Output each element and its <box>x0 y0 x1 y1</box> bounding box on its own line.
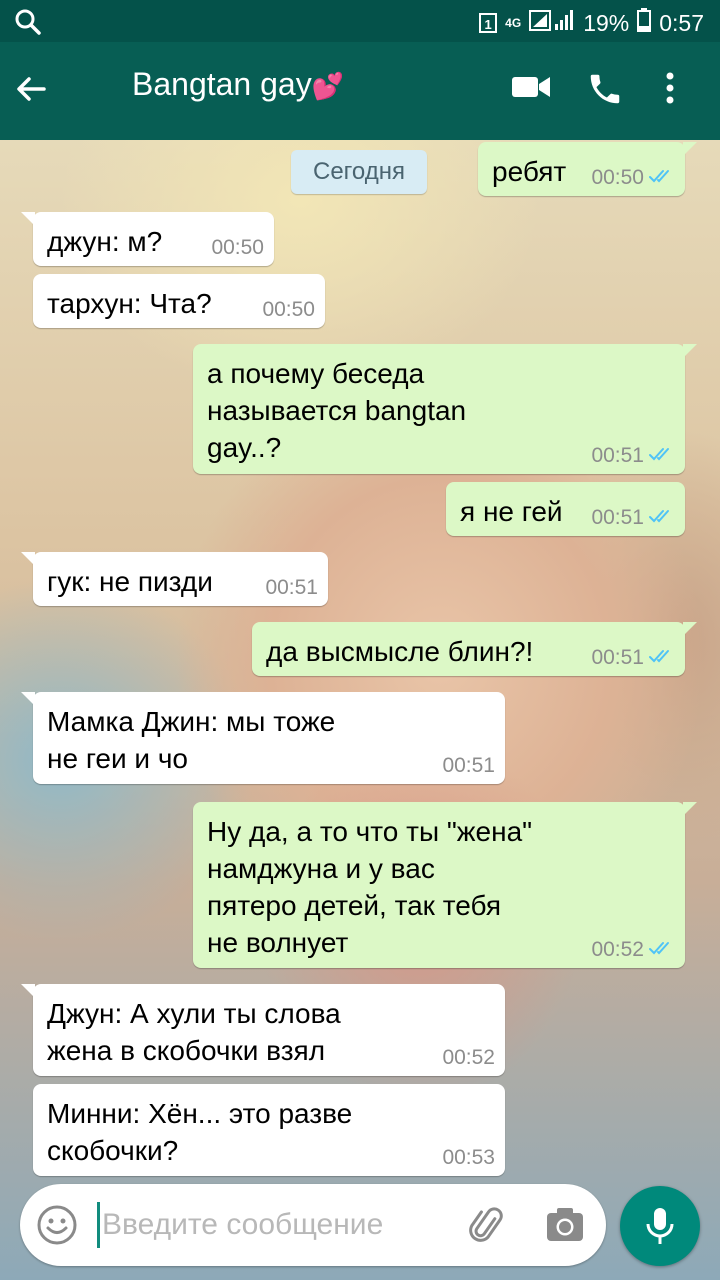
message-meta: 00:51 <box>591 506 675 530</box>
message-meta: 00:52 <box>442 1046 495 1070</box>
incoming-message[interactable]: Джун: А хули ты слова жена в скобочки взя… <box>21 984 505 1076</box>
read-ticks-icon <box>649 444 675 468</box>
message-text: а почему беседа <box>207 358 425 389</box>
message-text: намджуна и у вас <box>207 853 435 884</box>
network-type: 4G <box>505 16 522 30</box>
clock: 0:57 <box>659 9 704 36</box>
message-text: не геи и чо <box>47 743 188 774</box>
microphone-icon <box>646 1208 674 1244</box>
battery-icon <box>637 8 652 38</box>
outgoing-message[interactable]: а почему беседа называется bangtan gay..? 0… <box>193 344 697 474</box>
outgoing-message[interactable]: Ну да, а то что ты "жена" намджуна и у ва… <box>193 802 697 968</box>
message-time: 00:53 <box>442 1146 495 1169</box>
message-time: 00:50 <box>211 236 264 259</box>
paperclip-icon[interactable] <box>466 1204 510 1253</box>
message-text: жена в скобочки взял <box>47 1035 326 1066</box>
sim-icon: 1 <box>479 13 498 33</box>
message-meta: 00:51 <box>265 576 318 600</box>
emoji-icon[interactable] <box>36 1204 78 1251</box>
chat-header: Bangtan gay💕 <box>0 42 720 140</box>
back-arrow-icon[interactable] <box>14 72 48 111</box>
read-ticks-icon <box>649 506 675 530</box>
signal-icon <box>529 8 575 38</box>
message-time: 00:52 <box>442 1046 495 1069</box>
message-time: 00:50 <box>591 166 644 189</box>
message-meta: 00:50 <box>211 236 264 260</box>
message-time: 00:51 <box>442 754 495 777</box>
chat-name: Bangtan gay <box>132 66 312 102</box>
message-time: 00:52 <box>591 938 644 961</box>
camera-icon[interactable] <box>544 1204 586 1251</box>
video-call-icon[interactable] <box>510 72 552 107</box>
microphone-button[interactable] <box>620 1186 700 1266</box>
message-meta: 00:50 <box>591 166 675 190</box>
voice-call-icon[interactable] <box>586 70 624 113</box>
read-ticks-icon <box>649 646 675 670</box>
read-ticks-icon <box>649 166 675 190</box>
message-text: Джун: А хули ты слова <box>47 998 341 1029</box>
message-meta: 00:51 <box>442 754 495 778</box>
incoming-message[interactable]: Мамка Джин: мы тоже не геи и чо 00:51 <box>21 692 505 784</box>
message-text: называется bangtan <box>207 395 467 426</box>
message-time: 00:51 <box>591 506 644 529</box>
message-time: 00:51 <box>591 646 644 669</box>
message-text: пятеро детей, так тебя <box>207 890 502 921</box>
status-bar: 1 4G 19% 0:57 <box>0 0 720 42</box>
incoming-message[interactable]: Минни: Хён... это разве скобочки? 00:53 <box>33 1084 505 1176</box>
hearts-emoji: 💕 <box>311 71 345 101</box>
message-time: 00:50 <box>262 298 315 321</box>
search-icon <box>14 8 42 41</box>
outgoing-message[interactable]: я не гей 00:51 <box>446 482 685 536</box>
chat-title[interactable]: Bangtan gay💕 <box>132 66 344 103</box>
message-input[interactable] <box>102 1202 462 1248</box>
message-time: 00:51 <box>591 444 644 467</box>
chat-area[interactable]: Сегодня ребят 00:50 джун: м? 00:50 тархун: Ч… <box>0 140 720 1280</box>
outgoing-message[interactable]: ребят 00:50 <box>478 142 697 196</box>
incoming-message[interactable]: джун: м? 00:50 <box>21 212 274 266</box>
message-text: Мамка Джин: мы тоже <box>47 706 336 737</box>
battery-level: 19% <box>583 9 630 36</box>
read-ticks-icon <box>649 938 675 962</box>
message-meta: 00:52 <box>591 938 675 962</box>
message-meta: 00:53 <box>442 1146 495 1170</box>
date-chip: Сегодня <box>291 150 427 194</box>
message-meta: 00:51 <box>591 646 675 670</box>
incoming-message[interactable]: тархун: Чта? 00:50 <box>33 274 325 328</box>
message-text: Минни: Хён... это разве <box>47 1098 353 1129</box>
more-options-icon[interactable] <box>664 70 676 111</box>
outgoing-message[interactable]: да высмысле блин?! 00:51 <box>252 622 697 676</box>
text-cursor <box>97 1202 100 1248</box>
message-composer <box>20 1184 606 1266</box>
message-time: 00:51 <box>265 576 318 599</box>
message-meta: 00:50 <box>262 298 315 322</box>
message-meta: 00:51 <box>591 444 675 468</box>
message-text: скобочки? <box>47 1135 179 1166</box>
incoming-message[interactable]: гук: не пизди 00:51 <box>21 552 328 606</box>
message-text: Ну да, а то что ты "жена" <box>207 816 533 847</box>
